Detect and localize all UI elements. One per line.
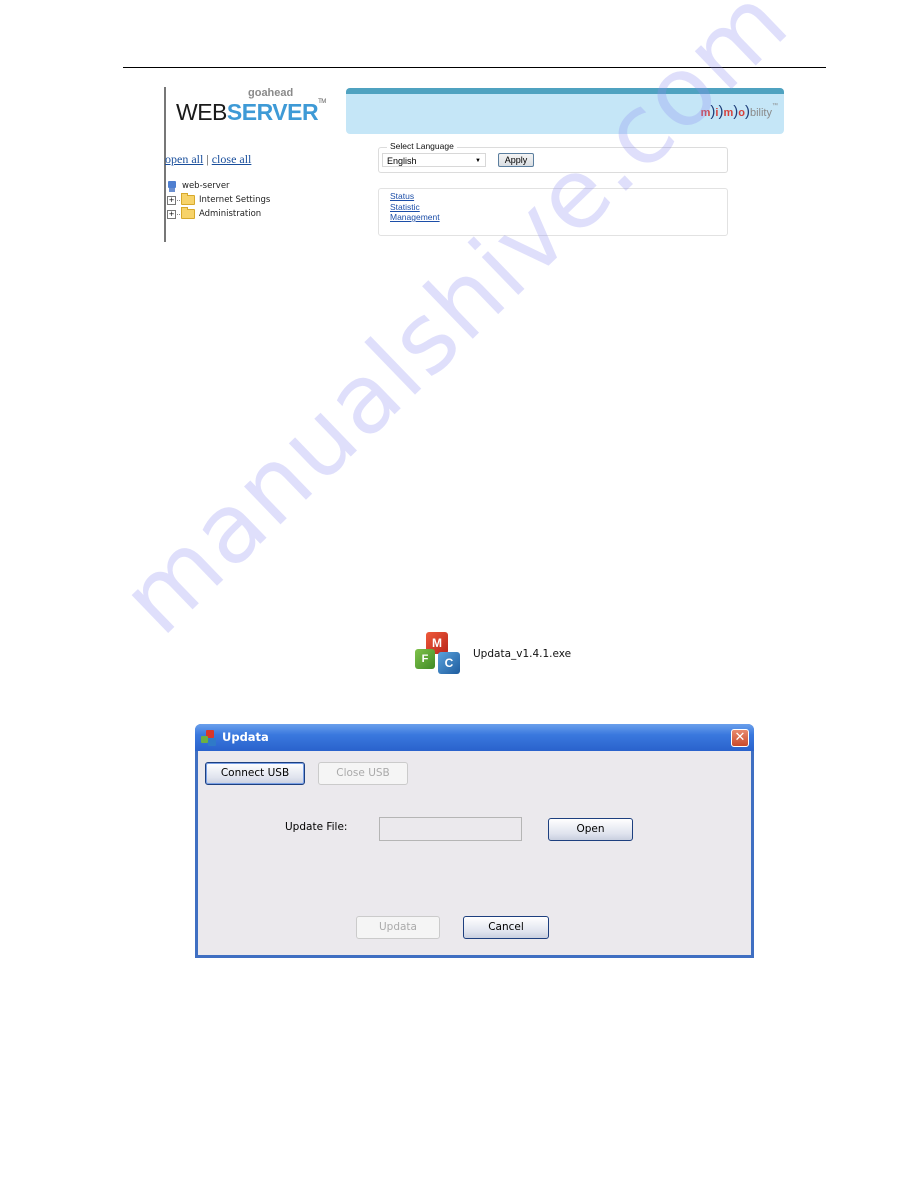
tree-item-label: web-server xyxy=(182,181,230,191)
tree-item-label: Internet Settings xyxy=(199,195,271,205)
status-link[interactable]: Status xyxy=(390,191,440,202)
dialog-titlebar[interactable]: Updata ✕ xyxy=(195,724,754,751)
tree-connector xyxy=(177,199,180,201)
tree-connector xyxy=(177,213,180,215)
language-fieldset: Select Language English ▼ Apply xyxy=(378,141,728,173)
connect-usb-button[interactable]: Connect USB xyxy=(205,762,305,785)
mimobility-logo: m)i)m)o)bility™ xyxy=(701,103,778,120)
open-button[interactable]: Open xyxy=(548,818,633,841)
brand-m: m xyxy=(700,107,711,119)
language-legend: Select Language xyxy=(387,141,457,151)
app-icon-blue xyxy=(208,738,216,746)
logo-web: WEB xyxy=(176,99,227,125)
header-rule xyxy=(123,67,826,68)
tree-controls-separator: | xyxy=(206,152,209,166)
brand-m2: m xyxy=(723,107,734,119)
nav-tree: web-server + Internet Settings + Adminis… xyxy=(167,179,270,221)
expand-plus-icon[interactable]: + xyxy=(167,209,176,219)
dialog-body: Connect USB Close USB Update File: Open … xyxy=(198,751,751,955)
logo-tm: TM xyxy=(318,99,326,105)
logo-wordmark: WEBSERVERTM xyxy=(176,99,326,126)
webserver-screenshot: goahead WEBSERVERTM m)i)m)o)bility™ open… xyxy=(164,85,788,245)
close-usb-button[interactable]: Close USB xyxy=(318,762,408,785)
folder-icon xyxy=(181,207,195,219)
tree-item-web-server[interactable]: web-server xyxy=(167,179,270,193)
brand-o: o xyxy=(738,107,745,119)
menu-links: Status Statistic Management xyxy=(390,191,440,223)
expand-plus-icon[interactable]: + xyxy=(167,195,176,205)
goahead-webserver-logo: goahead WEBSERVERTM xyxy=(176,87,341,127)
updata-button[interactable]: Updata xyxy=(356,916,440,939)
brand-tm: ™ xyxy=(772,103,778,109)
brand-rest: bility xyxy=(749,107,772,119)
logo-server: SERVER xyxy=(226,99,319,125)
tree-item-internet-settings[interactable]: + Internet Settings xyxy=(167,193,270,207)
chevron-down-icon: ▼ xyxy=(475,158,481,164)
menu-panel: Status Statistic Management xyxy=(378,188,728,236)
computer-icon xyxy=(167,180,176,192)
tree-controls: open all | close all xyxy=(165,152,251,167)
installer-filename: Updata_v1.4.1.exe xyxy=(473,648,572,660)
banner-stripe xyxy=(346,88,784,94)
logo-goahead: goahead xyxy=(248,87,294,99)
cube-f: F xyxy=(415,649,435,669)
update-file-input[interactable] xyxy=(379,817,522,841)
cancel-button[interactable]: Cancel xyxy=(463,916,549,939)
management-link[interactable]: Management xyxy=(390,212,440,223)
language-select[interactable]: English ▼ xyxy=(382,153,486,167)
apply-button[interactable]: Apply xyxy=(498,153,534,167)
cube-c: C xyxy=(438,652,460,674)
close-all-link[interactable]: close all xyxy=(212,152,252,166)
tree-item-administration[interactable]: + Administration xyxy=(167,207,270,221)
mfc-cubes-icon: M F C xyxy=(414,632,466,680)
header-banner: m)i)m)o)bility™ xyxy=(346,88,784,134)
open-all-link[interactable]: open all xyxy=(165,152,203,166)
tree-item-label: Administration xyxy=(199,209,262,219)
statistic-link[interactable]: Statistic xyxy=(390,202,440,213)
close-icon[interactable]: ✕ xyxy=(731,729,749,747)
folder-icon xyxy=(181,193,195,205)
dialog-title: Updata xyxy=(222,730,269,744)
app-icon-green xyxy=(201,736,208,743)
update-file-label: Update File: xyxy=(285,821,348,833)
updata-dialog: Updata ✕ Connect USB Close USB Update Fi… xyxy=(195,724,754,958)
language-selected-value: English xyxy=(387,156,417,166)
app-icon xyxy=(201,730,217,746)
